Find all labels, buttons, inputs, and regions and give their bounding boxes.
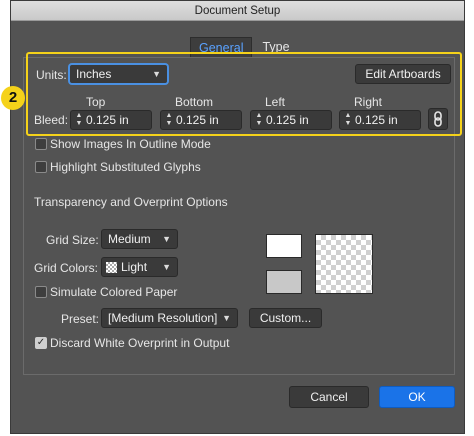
simulate-paper-label: Simulate Colored Paper xyxy=(50,285,178,299)
transparency-section-title: Transparency and Overprint Options xyxy=(34,195,228,209)
simulate-paper-checkbox[interactable] xyxy=(35,286,47,298)
bleed-header-top: Top xyxy=(86,95,106,109)
callout-number-badge: 2 xyxy=(1,86,25,110)
units-label: Units: xyxy=(36,68,67,82)
discard-overprint-checkbox[interactable]: ✓ xyxy=(35,337,47,349)
grid-color-swatch-dark[interactable] xyxy=(266,270,302,294)
stepper-arrows-icon[interactable]: ▲ ▼ xyxy=(75,112,83,128)
grid-colors-select[interactable]: Light ▼ xyxy=(101,257,178,277)
grid-size-label: Grid Size: xyxy=(46,233,99,247)
chevron-down-icon: ▼ xyxy=(222,313,231,323)
grid-colors-value: Light xyxy=(121,260,148,274)
cancel-button[interactable]: Cancel xyxy=(289,386,369,408)
preset-select[interactable]: [Medium Resolution] ▼ xyxy=(101,308,238,328)
bleed-header-left: Left xyxy=(265,95,286,109)
bleed-left-field[interactable]: ▲ ▼ 0.125 in xyxy=(250,110,332,130)
edit-artboards-button[interactable]: Edit Artboards xyxy=(355,64,451,84)
checker-swatch-icon xyxy=(106,262,117,273)
bleed-left-value: 0.125 in xyxy=(266,113,309,127)
units-value: Inches xyxy=(76,67,112,81)
discard-overprint-label: Discard White Overprint in Output xyxy=(50,336,230,350)
link-bleed-button[interactable] xyxy=(428,108,448,130)
outline-mode-label: Show Images In Outline Mode xyxy=(50,137,211,151)
bleed-top-value: 0.125 in xyxy=(86,113,129,127)
grid-color-swatch-light[interactable] xyxy=(266,234,302,258)
chevron-down-icon: ▼ xyxy=(152,69,161,79)
chevron-down-icon: ▼ xyxy=(162,234,171,244)
grid-colors-label: Grid Colors: xyxy=(34,261,99,275)
bleed-header-bottom: Bottom xyxy=(175,95,214,109)
units-select[interactable]: Inches ▼ xyxy=(69,64,168,84)
stepper-arrows-icon[interactable]: ▲ ▼ xyxy=(165,112,173,128)
chevron-down-icon: ▼ xyxy=(162,262,171,272)
outline-mode-checkbox[interactable] xyxy=(35,138,47,150)
substituted-glyphs-label: Highlight Substituted Glyphs xyxy=(50,160,201,174)
grid-size-value: Medium xyxy=(108,232,151,246)
stepper-arrows-icon[interactable]: ▲ ▼ xyxy=(344,112,352,128)
substituted-glyphs-checkbox[interactable] xyxy=(35,161,47,173)
dialog-title: Document Setup xyxy=(11,1,464,21)
bleed-bottom-value: 0.125 in xyxy=(176,113,219,127)
bleed-header-right: Right xyxy=(354,95,383,109)
ok-button[interactable]: OK xyxy=(379,386,455,408)
bleed-label: Bleed: xyxy=(34,113,69,127)
bleed-right-field[interactable]: ▲ ▼ 0.125 in xyxy=(339,110,421,130)
preset-value: [Medium Resolution] xyxy=(108,311,218,325)
chain-link-icon xyxy=(434,111,442,127)
transparency-grid-preview xyxy=(315,234,373,294)
custom-button[interactable]: Custom... xyxy=(249,308,322,328)
preset-label: Preset: xyxy=(61,312,100,326)
bleed-top-field[interactable]: ▲ ▼ 0.125 in xyxy=(70,110,152,130)
bleed-bottom-field[interactable]: ▲ ▼ 0.125 in xyxy=(160,110,242,130)
bleed-right-value: 0.125 in xyxy=(355,113,398,127)
stepper-arrows-icon[interactable]: ▲ ▼ xyxy=(255,112,263,128)
grid-size-select[interactable]: Medium ▼ xyxy=(101,229,178,249)
